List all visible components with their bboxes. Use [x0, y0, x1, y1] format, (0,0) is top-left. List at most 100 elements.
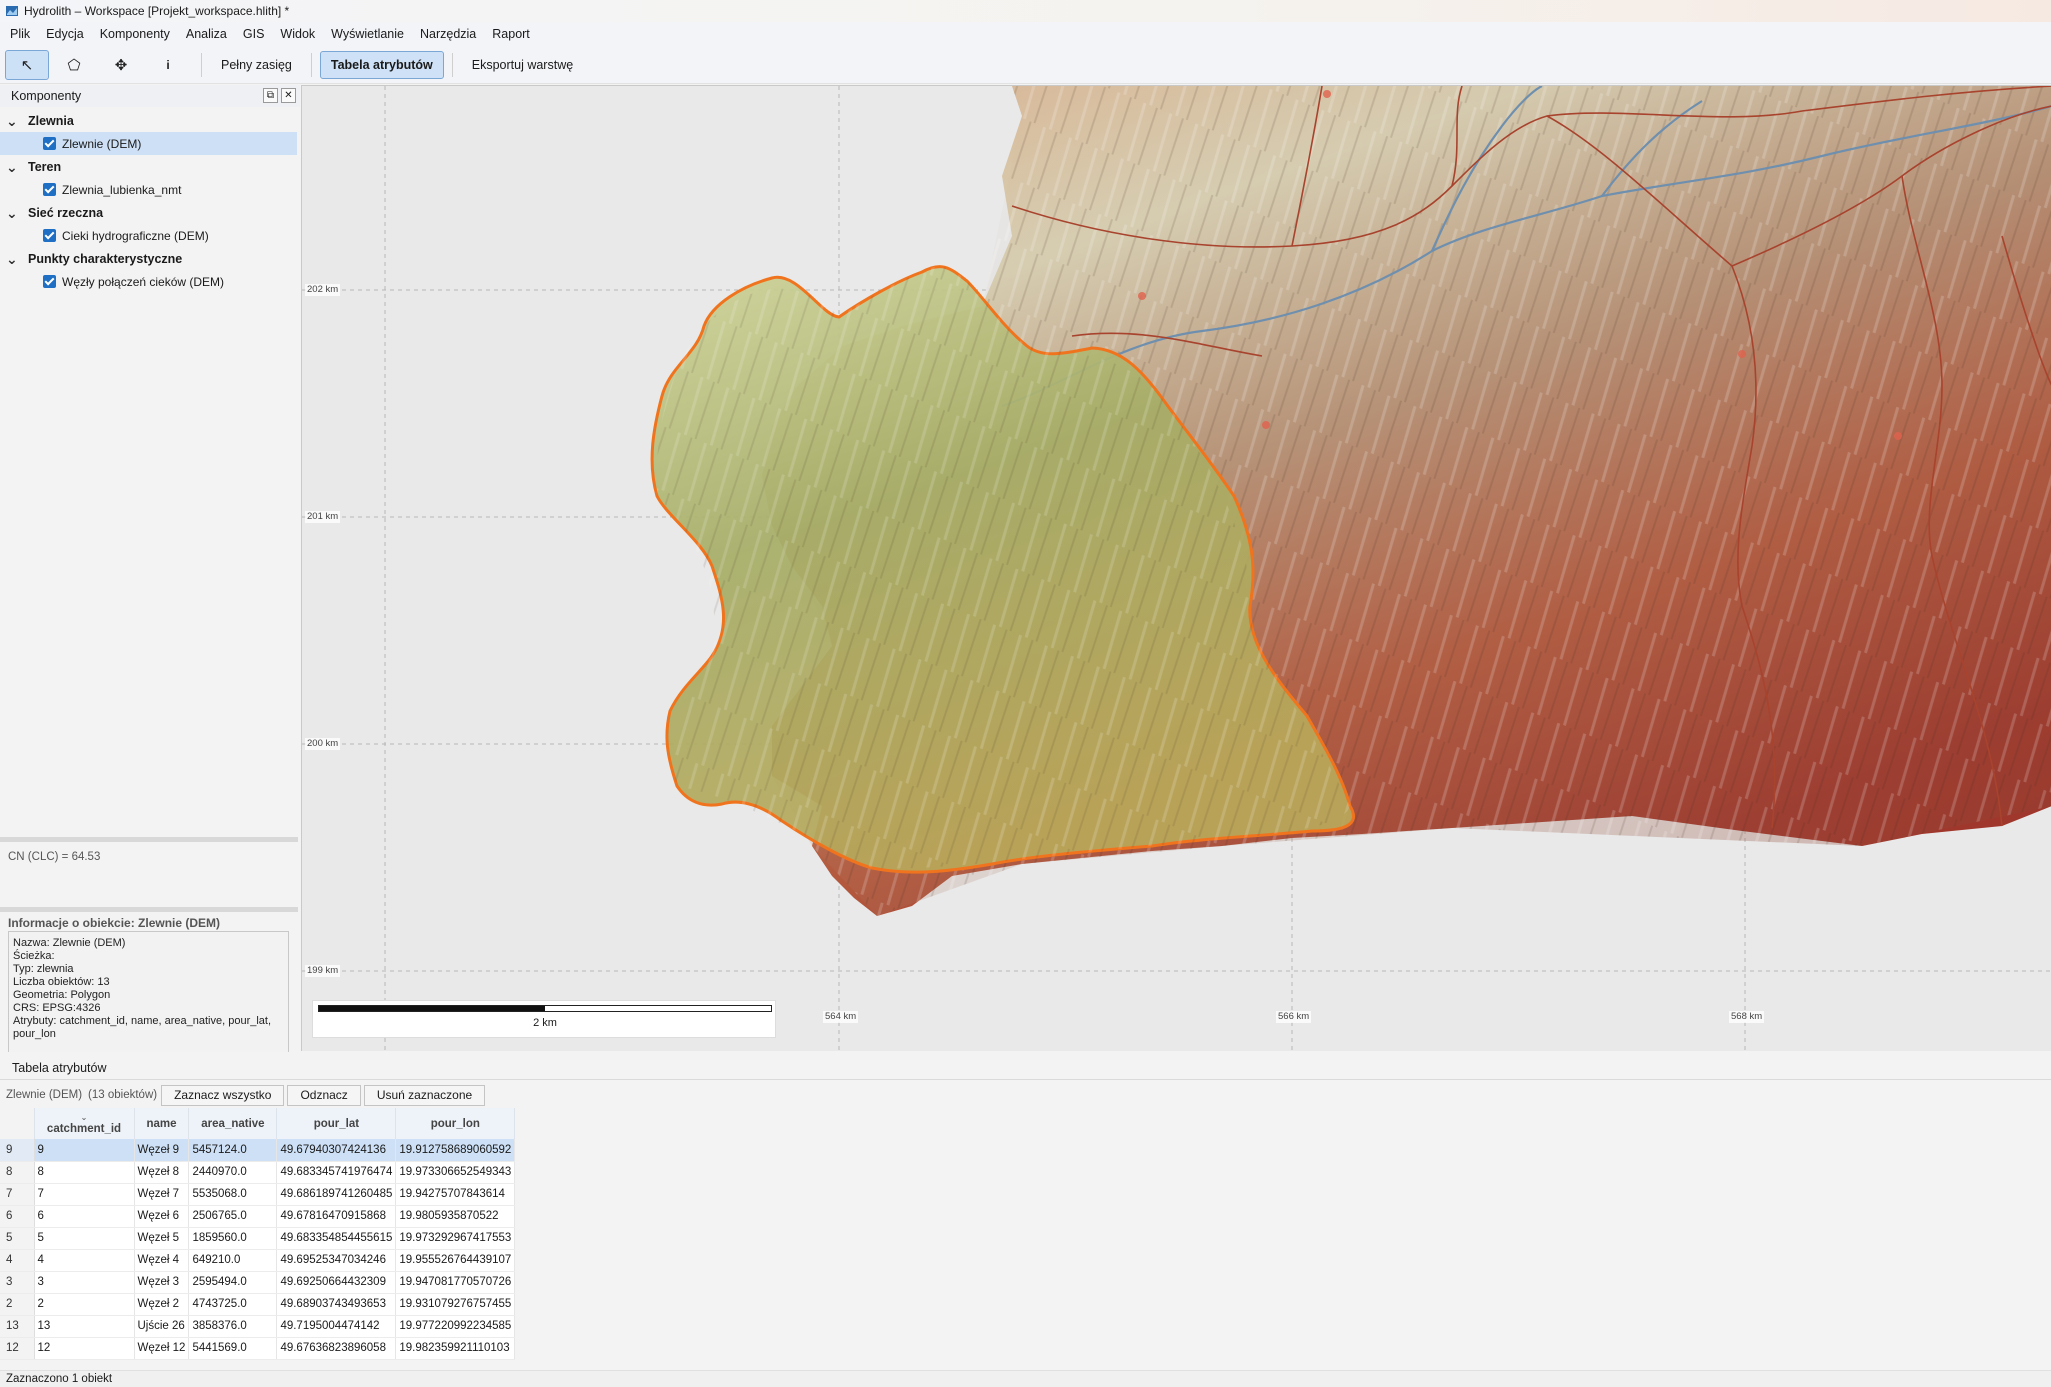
row-header[interactable]: 4	[0, 1249, 35, 1272]
row-header[interactable]: 12	[0, 1337, 35, 1360]
tree-group-3[interactable]: ⌄ Punkty charakterystyczne	[0, 247, 300, 270]
table-cell[interactable]: 2595494.0	[188, 1271, 278, 1294]
table-cell[interactable]: Węzeł 3	[134, 1271, 190, 1294]
table-cell[interactable]: Węzeł 5	[134, 1227, 190, 1250]
table-cell[interactable]: 2506765.0	[188, 1205, 278, 1228]
select-all-button[interactable]: Zaznacz wszystko	[161, 1084, 285, 1106]
table-cell[interactable]: 3858376.0	[188, 1315, 278, 1338]
export-layer-button[interactable]: Eksportuj warstwę	[461, 51, 584, 79]
table-cell[interactable]: 12	[34, 1337, 135, 1360]
tree-group-2[interactable]: ⌄ Sieć rzeczna	[0, 201, 300, 224]
table-cell[interactable]: 5535068.0	[188, 1183, 278, 1206]
table-cell[interactable]: 5457124.0	[188, 1139, 278, 1162]
deselect-button[interactable]: Odznacz	[287, 1084, 361, 1106]
menu-raport[interactable]: Raport	[484, 22, 538, 46]
table-cell[interactable]: Węzeł 4	[134, 1249, 190, 1272]
chevron-down-icon[interactable]: ⌄	[6, 114, 18, 128]
table-cell[interactable]: 2440970.0	[188, 1161, 278, 1184]
panel-splitter[interactable]	[0, 907, 298, 912]
table-cell[interactable]: 5441569.0	[188, 1337, 278, 1360]
chevron-down-icon[interactable]: ⌄	[6, 252, 18, 266]
table-cell[interactable]: 49.69250664432309	[276, 1271, 397, 1294]
menu-analiza[interactable]: Analiza	[178, 22, 235, 46]
map-svg[interactable]	[302, 86, 2051, 1051]
layer-visibility-checkbox[interactable]	[43, 183, 56, 196]
attribute-table-button[interactable]: Tabela atrybutów	[319, 50, 444, 79]
table-cell[interactable]: 49.67816470915868	[276, 1205, 397, 1228]
layer-item[interactable]: Zlewnie (DEM)	[0, 132, 297, 155]
table-cell[interactable]: Węzeł 12	[134, 1337, 190, 1360]
layer-item[interactable]: Cieki hydrograficzne (DEM)	[0, 224, 300, 247]
table-row[interactable]: 8 8 Węzeł 8 2440970.0 49.683345741976474 19.9…	[0, 1161, 516, 1184]
table-cell[interactable]: 2	[34, 1293, 135, 1316]
table-row[interactable]: 13 13 Ujście 26 3858376.0 49.7195004474142 19…	[0, 1315, 516, 1338]
menu-widok[interactable]: Widok	[272, 22, 323, 46]
close-dock-icon[interactable]: ✕	[281, 88, 296, 103]
chevron-down-icon[interactable]: ⌄	[6, 206, 18, 220]
column-header-pour-lat[interactable]: pour_lat	[276, 1108, 397, 1139]
row-header[interactable]: 5	[0, 1227, 35, 1250]
table-cell[interactable]: 19.912758689060592	[395, 1139, 516, 1162]
table-cell[interactable]: 19.9805935870522	[395, 1205, 516, 1228]
panel-splitter[interactable]	[0, 837, 298, 842]
table-cell[interactable]: 49.67636823896058	[276, 1337, 397, 1360]
layer-item[interactable]: Zlewnia_lubienka_nmt	[0, 178, 300, 201]
table-cell[interactable]: 49.683345741976474	[276, 1161, 397, 1184]
layer-visibility-checkbox[interactable]	[43, 137, 56, 150]
table-row[interactable]: 7 7 Węzeł 7 5535068.0 49.686189741260485 19.9…	[0, 1183, 516, 1206]
table-cell[interactable]: 4	[34, 1249, 135, 1272]
table-cell[interactable]: Węzeł 6	[134, 1205, 190, 1228]
table-cell[interactable]: 649210.0	[188, 1249, 278, 1272]
menu-narzędzia[interactable]: Narzędzia	[412, 22, 484, 46]
table-cell[interactable]: 49.69525347034246	[276, 1249, 397, 1272]
table-cell[interactable]: 1859560.0	[188, 1227, 278, 1250]
table-row[interactable]: 12 12 Węzeł 12 5441569.0 49.67636823896058 19…	[0, 1337, 516, 1360]
layer-visibility-checkbox[interactable]	[43, 229, 56, 242]
row-header[interactable]: 13	[0, 1315, 35, 1338]
table-cell[interactable]: Węzeł 7	[134, 1183, 190, 1206]
menu-gis[interactable]: GIS	[235, 22, 273, 46]
menu-plik[interactable]: Plik	[2, 22, 38, 46]
table-cell[interactable]: 49.683354854455615	[276, 1227, 397, 1250]
row-header[interactable]: 6	[0, 1205, 35, 1228]
column-header-catchment-id[interactable]: ⌄ catchment_id	[34, 1108, 135, 1139]
polygon-tool-button[interactable]: ⬠	[52, 50, 96, 80]
menu-komponenty[interactable]: Komponenty	[92, 22, 178, 46]
table-cell[interactable]: 19.947081770570726	[395, 1271, 516, 1294]
table-cell[interactable]: 19.931079276757455	[395, 1293, 516, 1316]
table-cell[interactable]: 7	[34, 1183, 135, 1206]
table-cell[interactable]: 19.973306652549343	[395, 1161, 516, 1184]
table-cell[interactable]: 19.955526764439107	[395, 1249, 516, 1272]
table-cell[interactable]: 3	[34, 1271, 135, 1294]
table-row[interactable]: 6 6 Węzeł 6 2506765.0 49.67816470915868 19.98…	[0, 1205, 516, 1228]
table-cell[interactable]: 5	[34, 1227, 135, 1250]
float-dock-icon[interactable]: ⧉	[263, 88, 278, 103]
table-row[interactable]: 9 9 Węzeł 9 5457124.0 49.67940307424136 19.91…	[0, 1139, 516, 1162]
row-header[interactable]: 9	[0, 1139, 35, 1162]
table-cell[interactable]: 4743725.0	[188, 1293, 278, 1316]
table-row[interactable]: 3 3 Węzeł 3 2595494.0 49.69250664432309 19.94…	[0, 1271, 516, 1294]
table-row[interactable]: 2 2 Węzeł 2 4743725.0 49.68903743493653 19.93…	[0, 1293, 516, 1316]
table-cell[interactable]: 19.94275707843614	[395, 1183, 516, 1206]
delete-selected-button[interactable]: Usuń zaznaczone	[363, 1084, 486, 1106]
map-canvas[interactable]: 202 km201 km200 km199 km 562 km564 km566…	[301, 85, 2051, 1051]
table-cell[interactable]: 8	[34, 1161, 135, 1184]
chevron-down-icon[interactable]: ⌄	[6, 160, 18, 174]
pan-tool-button[interactable]: ✥	[99, 50, 143, 80]
row-header[interactable]: 8	[0, 1161, 35, 1184]
table-cell[interactable]: Węzeł 2	[134, 1293, 190, 1316]
full-extent-button[interactable]: Pełny zasięg	[210, 51, 303, 79]
table-cell[interactable]: 13	[34, 1315, 135, 1338]
column-header-pour-lon[interactable]: pour_lon	[395, 1108, 516, 1139]
info-tool-button[interactable]: i	[146, 50, 190, 80]
table-cell[interactable]: 49.67940307424136	[276, 1139, 397, 1162]
attribute-table[interactable]: ⌄ catchment_id name area_native pour_lat pour…	[0, 1108, 516, 1360]
layer-item[interactable]: Węzły połączeń cieków (DEM)	[0, 270, 300, 293]
table-cell[interactable]: 19.982359921110103	[395, 1337, 516, 1360]
table-cell[interactable]: 9	[34, 1139, 135, 1162]
row-header[interactable]: 2	[0, 1293, 35, 1316]
table-cell[interactable]: 49.686189741260485	[276, 1183, 397, 1206]
row-header[interactable]: 7	[0, 1183, 35, 1206]
row-header[interactable]: 3	[0, 1271, 35, 1294]
table-row[interactable]: 4 4 Węzeł 4 649210.0 49.69525347034246 19.955…	[0, 1249, 516, 1272]
